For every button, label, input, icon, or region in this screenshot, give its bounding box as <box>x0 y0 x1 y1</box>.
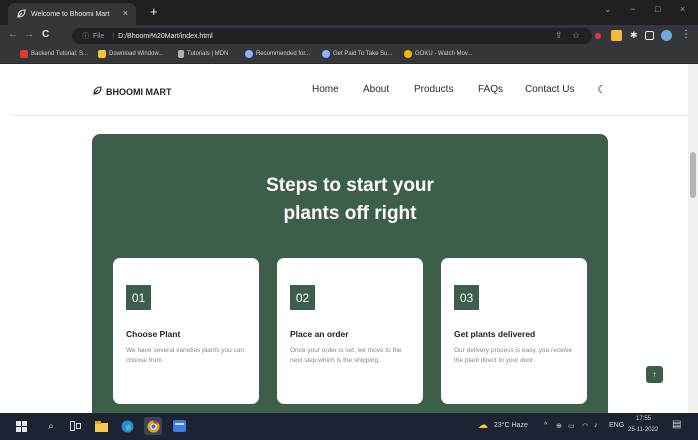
chrome-icon[interactable] <box>144 417 162 435</box>
bookmark-item[interactable]: Download Window... <box>98 50 163 58</box>
page-scrollbar[interactable] <box>688 64 698 413</box>
nav-link-products[interactable]: Products <box>414 84 453 95</box>
extensions-icon[interactable]: ✱ <box>630 29 638 41</box>
edge-icon[interactable] <box>120 419 134 433</box>
bookmark-item[interactable]: Backend Tutorial: S... <box>20 50 88 58</box>
windows-start-icon[interactable] <box>14 419 28 433</box>
close-window-button[interactable]: × <box>680 4 685 14</box>
bookmark-item[interactable]: GOKU - Watch Mov... <box>404 50 472 58</box>
dark-mode-toggle-icon[interactable]: ☾ <box>597 83 607 96</box>
browser-toolbar: ← → C ⓘ File | D:/Bhoomi%20Mart/index.ht… <box>0 25 698 47</box>
info-icon: ⓘ <box>82 33 89 40</box>
weather-icon: ☁ <box>478 420 488 431</box>
extension-yellow-icon[interactable] <box>611 30 622 41</box>
globe-icon <box>322 50 330 58</box>
forward-button[interactable]: → <box>24 29 34 41</box>
maximize-button[interactable]: □ <box>655 4 660 14</box>
leaf-icon <box>16 9 26 19</box>
search-icon[interactable]: ⌕ <box>44 419 58 433</box>
volume-icon[interactable]: ♪ <box>594 422 598 429</box>
steps-section: Steps to start your plants off right 01 … <box>92 134 608 413</box>
globe-icon <box>245 50 253 58</box>
mdn-icon <box>178 50 184 58</box>
url-text: D:/Bhoomi%20Mart/index.html <box>118 32 213 40</box>
youtube-icon <box>20 50 28 58</box>
brand-logo[interactable]: BHOOMI MART <box>92 86 172 98</box>
section-heading: Steps to start your plants off right <box>92 172 608 228</box>
language-indicator[interactable]: ENG <box>609 422 624 429</box>
minimize-button[interactable]: − <box>630 4 635 14</box>
brand-name: BHOOMI MART <box>106 87 172 97</box>
clock-time[interactable]: 17:55 <box>636 416 651 422</box>
weather-text[interactable]: 23°C Haze <box>494 422 528 429</box>
scrollbar-thumb[interactable] <box>690 152 696 198</box>
extension-red-icon[interactable] <box>595 33 601 39</box>
file-explorer-icon[interactable] <box>94 419 108 433</box>
scheme-label: File <box>93 32 105 40</box>
goku-icon <box>404 50 412 58</box>
address-bar[interactable]: ⓘ File | D:/Bhoomi%20Mart/index.html <box>72 28 592 44</box>
step-title: Get plants delivered <box>454 329 536 339</box>
nav-link-contact[interactable]: Contact Us <box>525 84 574 95</box>
step-number: 01 <box>126 285 151 310</box>
network-icon[interactable]: ⊕ <box>556 422 562 430</box>
star-icon[interactable]: ☆ <box>572 29 580 41</box>
bookmark-label: GOKU - Watch Mov... <box>415 51 473 57</box>
nav-link-about[interactable]: About <box>363 84 389 95</box>
wifi-icon[interactable]: ◠ <box>582 422 588 430</box>
step-number: 02 <box>290 285 315 310</box>
nav-link-faqs[interactable]: FAQs <box>478 84 503 95</box>
leaf-icon <box>92 86 102 98</box>
bookmark-item[interactable]: Recommended for... <box>245 50 310 58</box>
address-separator: | <box>112 32 115 40</box>
tab-search-chevron-icon[interactable]: ⌄ <box>604 4 612 15</box>
step-description: Once your order is set, we move to the n… <box>290 347 402 364</box>
notification-icon[interactable]: ▤ <box>672 419 681 430</box>
bookmark-label: Backend Tutorial: S... <box>31 51 89 57</box>
tab-title: Welcome to Bhoomi Mart <box>31 10 110 18</box>
bookmark-item[interactable]: Tutorials | MDN <box>178 50 228 58</box>
back-to-top-button[interactable]: ↑ <box>646 366 663 383</box>
step-card: 03 Get plants delivered Our delivery pro… <box>441 258 587 404</box>
arrow-up-icon: ↑ <box>652 370 657 379</box>
step-description: We have several varieties plants you can… <box>126 347 245 364</box>
tray-chevron-icon[interactable]: ^ <box>544 422 547 429</box>
clock-date[interactable]: 25-11-2022 <box>628 427 658 433</box>
bookmark-label: Get Paid To Take Su... <box>333 51 393 57</box>
share-icon[interactable]: ⇪ <box>555 29 563 41</box>
section-heading-line1: Steps to start your <box>266 175 434 196</box>
profile-avatar[interactable] <box>661 30 672 41</box>
app-icon[interactable] <box>172 419 186 433</box>
bookmark-label: Recommended for... <box>256 51 311 57</box>
sidebar-icon[interactable] <box>645 31 654 40</box>
reload-button[interactable]: C <box>42 29 49 41</box>
back-button[interactable]: ← <box>8 29 18 41</box>
step-card: 01 Choose Plant We have several varietie… <box>113 258 259 404</box>
taskbar: ⌕ ☁ 23°C Haze ^ ⊕ ▭ ◠ ♪ ENG 17:55 25-11-… <box>0 413 698 440</box>
step-card: 02 Place an order Once your order is set… <box>277 258 423 404</box>
task-view-icon[interactable] <box>68 419 82 433</box>
nav-link-home[interactable]: Home <box>312 84 339 95</box>
bookmarks-bar: Backend Tutorial: S... Download Window..… <box>0 47 698 64</box>
step-number: 03 <box>454 285 479 310</box>
bookmark-label: Tutorials | MDN <box>187 51 229 57</box>
step-title: Choose Plant <box>126 329 181 339</box>
windows-icon <box>98 50 106 58</box>
bookmark-item[interactable]: Get Paid To Take Su... <box>322 50 392 58</box>
browser-tab-strip: Welcome to Bhoomi Mart × + ⌄ − □ × <box>0 0 698 25</box>
step-title: Place an order <box>290 329 349 339</box>
tab-close-icon[interactable]: × <box>123 8 128 18</box>
battery-icon[interactable]: ▭ <box>568 422 575 430</box>
browser-tab[interactable]: Welcome to Bhoomi Mart × <box>8 3 136 25</box>
new-tab-button[interactable]: + <box>150 5 158 18</box>
header-divider <box>10 115 688 116</box>
step-description: Our delivery process is easy, you receiv… <box>454 347 573 364</box>
section-heading-line2: plants off right <box>283 203 417 224</box>
menu-kebab-icon[interactable]: ⋮ <box>681 29 691 41</box>
web-page: BHOOMI MART Home About Products FAQs Con… <box>0 64 688 413</box>
bookmark-label: Download Window... <box>109 51 164 57</box>
